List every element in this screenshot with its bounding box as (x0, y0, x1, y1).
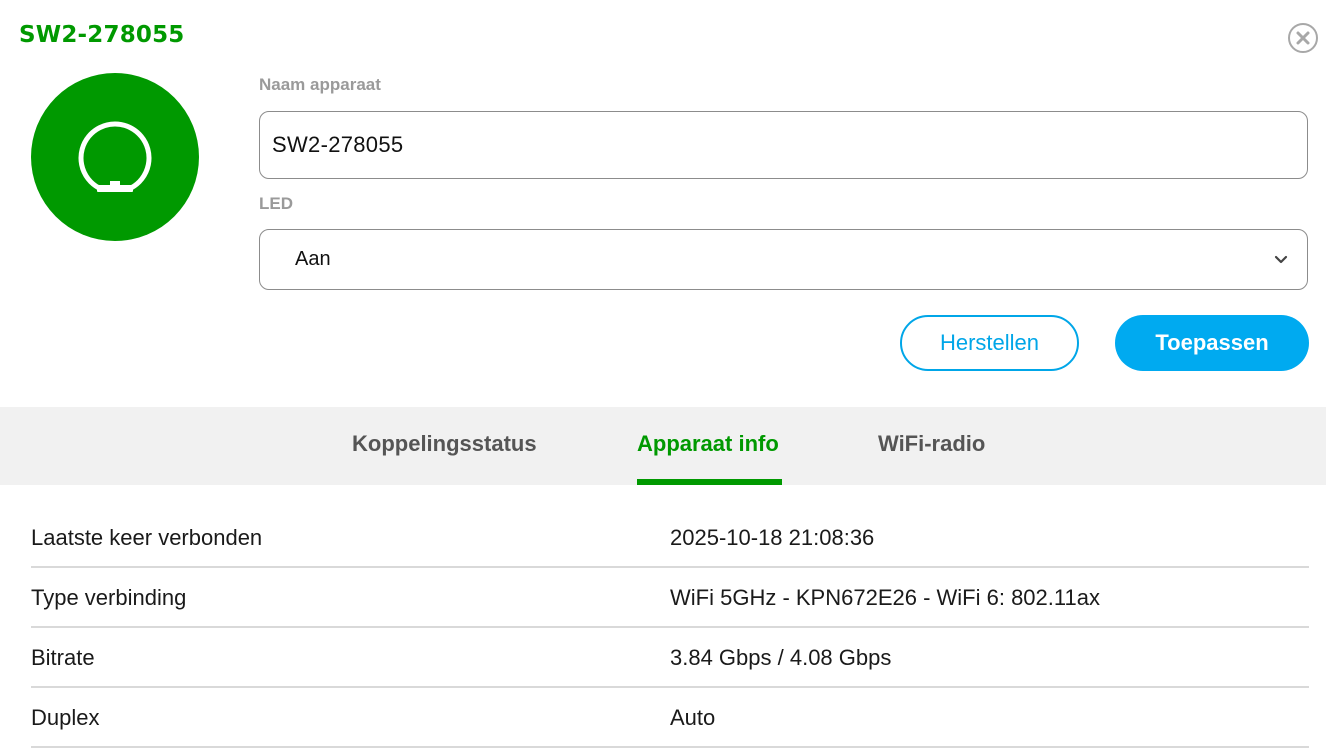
row-key: Laatste keer verbonden (31, 525, 263, 550)
chevron-down-icon (1274, 255, 1288, 264)
tab-wifi-radio[interactable]: WiFi-radio (878, 431, 985, 457)
row-key: Bitrate (31, 645, 95, 670)
close-icon (1296, 31, 1310, 45)
device-name-label: Naam apparaat (259, 75, 381, 94)
wifi-extender-icon (78, 121, 152, 192)
device-name-input[interactable] (259, 111, 1308, 179)
row-value: 2025-10-18 21:08:36 (670, 525, 875, 550)
led-select[interactable]: Aan (259, 229, 1308, 290)
tab-koppelingsstatus[interactable]: Koppelingsstatus (352, 431, 537, 457)
led-select-value: Aan (295, 248, 331, 270)
led-label: LED (259, 194, 293, 213)
tab-apparaat-info[interactable]: Apparaat info (637, 431, 779, 457)
active-tab-indicator (637, 479, 782, 485)
row-value: Auto (670, 705, 716, 730)
device-avatar (31, 73, 199, 241)
reset-button[interactable]: Herstellen (900, 315, 1079, 371)
row-value: WiFi 5GHz - KPN672E26 - WiFi 6: 802.11ax (670, 585, 1100, 610)
tab-bar: Koppelingsstatus Apparaat info WiFi-radi… (0, 407, 1326, 485)
apply-button[interactable]: Toepassen (1115, 315, 1309, 371)
device-title: SW2-278055 (19, 22, 185, 48)
table-row: Duplex Auto (31, 688, 1309, 748)
table-row: Laatste keer verbonden 2025-10-18 21:08:… (31, 508, 1309, 568)
device-info-table: Laatste keer verbonden 2025-10-18 21:08:… (31, 508, 1309, 748)
row-key: Type verbinding (31, 585, 187, 610)
table-row: Bitrate 3.84 Gbps / 4.08 Gbps (31, 628, 1309, 688)
close-button[interactable] (1288, 23, 1318, 53)
row-key: Duplex (31, 705, 100, 730)
row-value: 3.84 Gbps / 4.08 Gbps (670, 645, 892, 670)
table-row: Type verbinding WiFi 5GHz - KPN672E26 - … (31, 568, 1309, 628)
